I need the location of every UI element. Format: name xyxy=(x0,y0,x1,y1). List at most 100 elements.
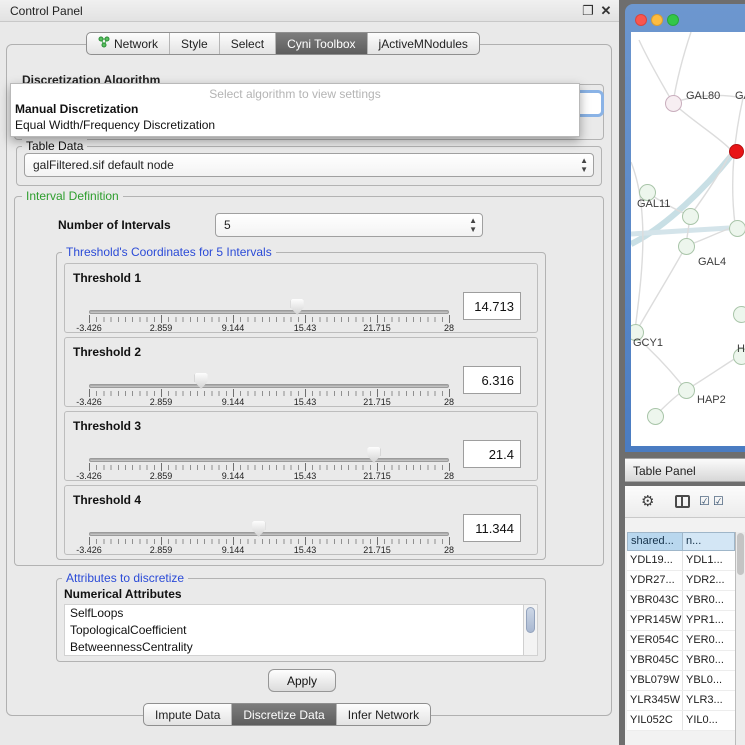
algorithm-option-manual[interactable]: Manual Discretization xyxy=(11,101,579,117)
table-row[interactable]: YLR345WYLR3... xyxy=(627,691,735,711)
network-node[interactable] xyxy=(682,208,699,225)
numerical-attributes-label: Numerical Attributes xyxy=(64,587,182,601)
column-header-name[interactable]: n... xyxy=(683,532,735,551)
threshold-2-row: Threshold 2 -3.426 2.859 9.144 15.43 21.… xyxy=(64,337,538,407)
checkbox-icon[interactable]: ☑ xyxy=(699,494,710,508)
network-canvas[interactable]: GAL80 GA GAL11 GAL4 GCY1 HAP2 H xyxy=(631,32,745,446)
attribute-item-selfloops[interactable]: SelfLoops xyxy=(65,605,537,622)
tick-label: 15.43 xyxy=(294,471,317,481)
slider-track[interactable] xyxy=(89,384,449,388)
threshold-1-value-field[interactable]: 14.713 xyxy=(463,292,521,320)
columns-icon[interactable] xyxy=(675,495,690,508)
table-row[interactable]: YBR045CYBR0... xyxy=(627,651,735,671)
table-row[interactable]: YDR27...YDR2... xyxy=(627,571,735,591)
cell: YDL1... xyxy=(683,551,735,570)
minimize-traffic-light[interactable] xyxy=(651,14,663,26)
combo-stepper-icon: ▲▼ xyxy=(469,216,477,234)
threshold-4-row: Threshold 4 -3.426 2.859 9.144 15.43 21.… xyxy=(64,485,538,555)
network-node[interactable] xyxy=(729,220,745,237)
threshold-4-slider[interactable]: -3.426 2.859 9.144 15.43 21.715 28 xyxy=(89,518,449,556)
tick-label: 21.715 xyxy=(363,545,391,555)
node-label-gal4: GAL4 xyxy=(698,256,726,268)
scrollbar-thumb[interactable] xyxy=(737,533,744,575)
slider-track[interactable] xyxy=(89,458,449,462)
tab-infer-network-label: Infer Network xyxy=(348,708,419,722)
tab-select[interactable]: Select xyxy=(219,33,275,54)
cell: YLR345W xyxy=(627,691,683,710)
tab-discretize-data-label: Discretize Data xyxy=(243,708,324,722)
tab-infer-network[interactable]: Infer Network xyxy=(336,704,430,725)
tick-label: 28 xyxy=(444,397,454,407)
thresholds-group-title: Threshold's Coordinates for 5 Intervals xyxy=(62,245,276,259)
network-node-hap2[interactable] xyxy=(678,382,695,399)
slider-major-ticks xyxy=(89,463,450,471)
control-panel-titlebar: Control Panel ❐ ✕ xyxy=(0,0,619,22)
table-row[interactable]: YBR043CYBR0... xyxy=(627,591,735,611)
gear-icon[interactable]: ⚙ xyxy=(641,492,654,510)
close-window-icon[interactable]: ✕ xyxy=(598,3,614,19)
network-node-gal4[interactable] xyxy=(678,238,695,255)
cell: YER054C xyxy=(627,631,683,650)
number-of-intervals-combo[interactable]: 5 ▲▼ xyxy=(215,213,483,237)
algorithm-placeholder-option[interactable]: Select algorithm to view settings xyxy=(11,84,579,101)
table-row[interactable]: YPR145WYPR1... xyxy=(627,611,735,631)
tick-label: 21.715 xyxy=(363,471,391,481)
threshold-2-label: Threshold 2 xyxy=(73,345,141,359)
application-window: Control Panel ❐ ✕ Network Style Select C… xyxy=(0,0,745,745)
tab-impute-data-label: Impute Data xyxy=(155,708,220,722)
threshold-3-value-field[interactable]: 21.4 xyxy=(463,440,521,468)
tab-cyni-toolbox[interactable]: Cyni Toolbox xyxy=(275,33,366,54)
table-panel-body: ⚙ ☑ ☑ shared... n... YDL19...YDL1... YDR… xyxy=(625,486,745,745)
table-row[interactable]: YER054CYER0... xyxy=(627,631,735,651)
tab-discretize-data[interactable]: Discretize Data xyxy=(231,704,335,725)
cell: YBR045C xyxy=(627,651,683,670)
cell: YER0... xyxy=(683,631,735,650)
tab-network[interactable]: Network xyxy=(87,33,169,54)
apply-button[interactable]: Apply xyxy=(268,669,336,692)
threshold-2-slider[interactable]: -3.426 2.859 9.144 15.43 21.715 28 xyxy=(89,370,449,408)
threshold-1-slider[interactable]: -3.426 2.859 9.144 15.43 21.715 28 xyxy=(89,296,449,334)
attribute-item-topologicalcoefficient[interactable]: TopologicalCoefficient xyxy=(65,622,537,639)
tick-label: 28 xyxy=(444,471,454,481)
network-node[interactable] xyxy=(647,408,664,425)
network-node-selected-red[interactable] xyxy=(729,144,744,159)
combo-stepper-icon: ▲▼ xyxy=(580,156,588,174)
tick-label: 28 xyxy=(444,545,454,555)
table-data-combo[interactable]: galFiltered.sif default node ▲▼ xyxy=(24,153,594,177)
network-node[interactable] xyxy=(733,306,745,323)
table-data-combo-value: galFiltered.sif default node xyxy=(33,158,174,172)
slider-track[interactable] xyxy=(89,532,449,536)
cell: YPR145W xyxy=(627,611,683,630)
node-label-h-cut: H xyxy=(737,343,745,355)
number-of-intervals-label: Number of Intervals xyxy=(58,218,171,232)
algorithm-option-equal-width[interactable]: Equal Width/Frequency Discretization xyxy=(11,117,579,133)
table-row[interactable]: YIL052CYIL0... xyxy=(627,711,735,731)
checkbox-icon[interactable]: ☑ xyxy=(713,494,724,508)
tick-label: -3.426 xyxy=(76,323,102,333)
threshold-4-value-field[interactable]: 11.344 xyxy=(463,514,521,542)
table-row[interactable]: YBL079WYBL0... xyxy=(627,671,735,691)
attribute-item-betweennesscentrality[interactable]: BetweennessCentrality xyxy=(65,639,537,656)
tab-style[interactable]: Style xyxy=(169,33,219,54)
attributes-scrollbar[interactable] xyxy=(523,605,537,655)
tab-impute-data[interactable]: Impute Data xyxy=(144,704,231,725)
threshold-3-slider[interactable]: -3.426 2.859 9.144 15.43 21.715 28 xyxy=(89,444,449,482)
scrollbar-thumb[interactable] xyxy=(526,607,535,633)
close-traffic-light[interactable] xyxy=(635,14,647,26)
slider-track[interactable] xyxy=(89,310,449,314)
interval-definition-group-title: Interval Definition xyxy=(22,189,123,203)
number-of-intervals-value: 5 xyxy=(224,218,231,232)
column-header-shared-name[interactable]: shared... xyxy=(627,532,683,551)
node-label-hap2: HAP2 xyxy=(697,394,726,406)
table-scrollbar[interactable] xyxy=(735,532,745,745)
zoom-traffic-light[interactable] xyxy=(667,14,679,26)
threshold-2-value-field[interactable]: 6.316 xyxy=(463,366,521,394)
network-node-gal80[interactable] xyxy=(665,95,682,112)
tab-jactivemnodules[interactable]: jActiveMNodules xyxy=(367,33,479,54)
threshold-3-row: Threshold 3 -3.426 2.859 9.144 15.43 21.… xyxy=(64,411,538,481)
float-window-icon[interactable]: ❐ xyxy=(580,3,596,19)
cell: YDR27... xyxy=(627,571,683,590)
table-row[interactable]: YDL19...YDL1... xyxy=(627,551,735,571)
node-label-gcy1: GCY1 xyxy=(633,337,663,349)
numerical-attributes-list[interactable]: SelfLoops TopologicalCoefficient Between… xyxy=(64,604,538,656)
